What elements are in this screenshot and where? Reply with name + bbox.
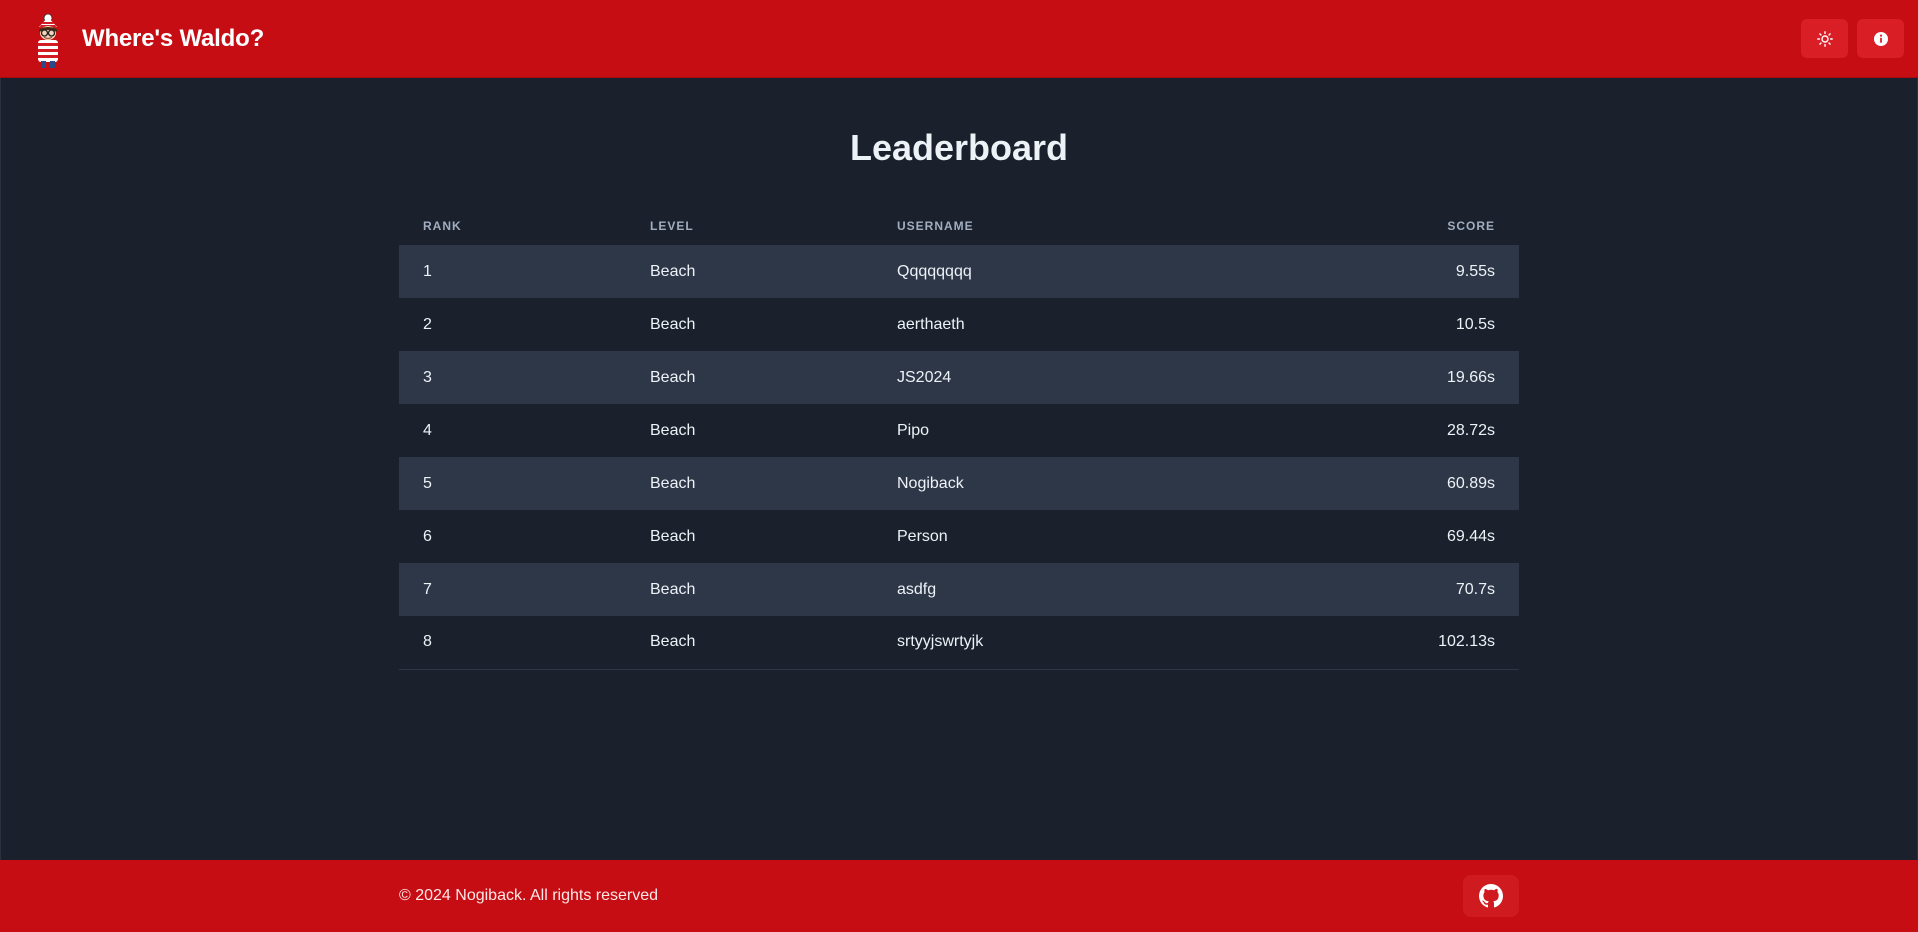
level-cell: Beach bbox=[626, 351, 873, 404]
table-row: 2 Beach aerthaeth 10.5s bbox=[399, 298, 1519, 351]
username-cell: JS2024 bbox=[873, 351, 1303, 404]
score-cell: 60.89s bbox=[1303, 457, 1519, 510]
navbar: Where's Waldo? bbox=[0, 0, 1918, 78]
page-title: Leaderboard bbox=[849, 127, 1069, 168]
table-row: 4 Beach Pipo 28.72s bbox=[399, 404, 1519, 457]
content-container: Leaderboard RANK LEVEL USERNAME SCORE 1 bbox=[399, 120, 1519, 670]
info-button[interactable] bbox=[1857, 19, 1904, 58]
footer-container: © 2024 Nogiback. All rights reserved bbox=[399, 860, 1519, 932]
column-header-username: USERNAME bbox=[897, 218, 974, 233]
app-title: Where's Waldo? bbox=[82, 24, 265, 52]
username-cell: aerthaeth bbox=[897, 315, 965, 333]
column-header-rank: RANK bbox=[423, 218, 462, 233]
brand[interactable]: Where's Waldo? bbox=[30, 10, 264, 68]
column-header-score: SCORE bbox=[1447, 218, 1495, 233]
username-cell: srtyyjswrtyjk bbox=[873, 616, 1303, 670]
rank-cell: 7 bbox=[399, 563, 626, 616]
level-cell: Beach bbox=[650, 421, 696, 439]
table-row: 1 Beach Qqqqqqqq 9.55s bbox=[399, 245, 1519, 298]
info-icon bbox=[1873, 31, 1888, 46]
table-header: RANK LEVEL USERNAME SCORE bbox=[399, 206, 1519, 245]
sun-icon bbox=[1816, 30, 1833, 47]
score-cell: 70.7s bbox=[1303, 563, 1519, 616]
score-cell: 9.55s bbox=[1303, 245, 1519, 298]
table-body: 1 Beach Qqqqqqqq 9.55s 2 Beach aerthaeth… bbox=[399, 245, 1519, 670]
main-content: Leaderboard RANK LEVEL USERNAME SCORE 1 bbox=[0, 78, 1918, 860]
level-cell: Beach bbox=[626, 563, 873, 616]
username-cell: Qqqqqqqq bbox=[873, 245, 1303, 298]
github-link-button[interactable] bbox=[1463, 875, 1519, 917]
leaderboard-table: RANK LEVEL USERNAME SCORE 1 Beach Qqqqqq… bbox=[399, 206, 1519, 670]
level-cell: Beach bbox=[650, 315, 696, 333]
rank-cell: 3 bbox=[399, 351, 626, 404]
username-cell: Pipo bbox=[897, 421, 930, 439]
table-row: 5 Beach Nogiback 60.89s bbox=[399, 457, 1519, 510]
username-cell: asdfg bbox=[873, 563, 1303, 616]
score-cell: 28.72s bbox=[1446, 421, 1495, 439]
score-cell: 19.66s bbox=[1303, 351, 1519, 404]
app-frame: Where's Waldo? Leaderboard RANK LEVEL US… bbox=[0, 0, 1918, 932]
level-cell: Beach bbox=[626, 245, 873, 298]
score-cell: 69.44s bbox=[1446, 527, 1495, 545]
level-cell: Beach bbox=[650, 527, 696, 545]
footer: © 2024 Nogiback. All rights reserved bbox=[0, 860, 1918, 932]
table-row: 7 Beach asdfg 70.7s bbox=[399, 563, 1519, 616]
table-row: 8 Beach srtyyjswrtyjk 102.13s bbox=[399, 616, 1519, 670]
level-cell: Beach bbox=[626, 457, 873, 510]
score-cell: 10.5s bbox=[1455, 315, 1495, 333]
github-icon bbox=[1479, 884, 1503, 908]
rank-cell: 1 bbox=[399, 245, 626, 298]
column-header-level: LEVEL bbox=[650, 218, 694, 233]
table-row: 6 Beach Person 69.44s bbox=[399, 510, 1519, 563]
table-row: 3 Beach JS2024 19.66s bbox=[399, 351, 1519, 404]
header-row: RANK LEVEL USERNAME SCORE bbox=[399, 206, 1519, 245]
rank-cell: 8 bbox=[399, 616, 626, 670]
level-cell: Beach bbox=[626, 616, 873, 670]
waldo-logo-icon bbox=[38, 13, 58, 68]
copyright-text: © 2024 Nogiback. All rights reserved bbox=[399, 887, 659, 904]
rank-cell: 4 bbox=[423, 421, 432, 439]
rank-cell: 6 bbox=[423, 527, 432, 545]
score-cell: 102.13s bbox=[1303, 616, 1519, 670]
username-cell: Nogiback bbox=[873, 457, 1303, 510]
rank-cell: 5 bbox=[399, 457, 626, 510]
rank-cell: 2 bbox=[423, 315, 432, 333]
username-cell: Person bbox=[897, 527, 948, 545]
nav-actions bbox=[1801, 19, 1904, 58]
theme-toggle-button[interactable] bbox=[1801, 19, 1848, 58]
